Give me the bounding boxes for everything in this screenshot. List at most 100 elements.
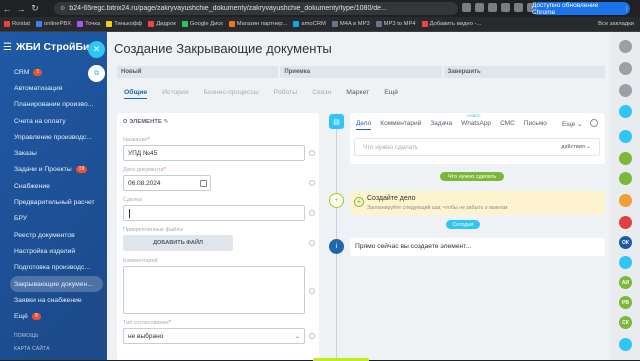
bookmark-item[interactable]: Магазин партнер... <box>228 21 287 27</box>
actions-dropdown[interactable]: действия ⌄ <box>561 144 591 150</box>
rail-icon[interactable]: РВ <box>619 296 632 309</box>
rail-icon[interactable]: ОК <box>619 236 632 249</box>
extension-icon[interactable] <box>488 3 497 12</box>
sidebar-item[interactable]: Реестр документов <box>0 227 107 243</box>
portal-logo[interactable]: ЖБИ СтройБи <box>16 41 90 53</box>
bookmark-item[interactable]: amoCRM <box>293 21 326 27</box>
sidebar-item[interactable]: БРУ <box>0 211 107 227</box>
chrome-update-button[interactable]: Доступно обновление Chrome ⋮ <box>532 2 631 16</box>
right-rail: ОК АИ РВ СК <box>611 32 640 360</box>
todo-input[interactable]: Что нужно сделать действия ⌄ <box>354 138 600 156</box>
menu-burger-icon[interactable]: ☰ <box>3 42 12 53</box>
close-slider-button[interactable]: ✕ <box>88 41 105 58</box>
rail-icon[interactable] <box>619 194 632 207</box>
bookmark-item[interactable]: Точка <box>77 21 100 27</box>
stage-item[interactable]: Новый <box>117 66 279 78</box>
deal-input[interactable] <box>123 205 305 221</box>
rail-icon[interactable] <box>619 172 632 185</box>
sidebar-item[interactable]: Задачи и Проекты 19 <box>0 162 107 178</box>
editor-tab[interactable]: Письмо <box>524 120 547 130</box>
field-settings-icon[interactable] <box>309 333 315 339</box>
approval-select[interactable]: не выбрано ⌄ <box>123 328 305 344</box>
sidebar-item[interactable]: Заказы <box>0 145 107 161</box>
sidebar-item[interactable]: Управление производс... <box>0 129 107 145</box>
entity-tab[interactable]: Ещё <box>384 89 398 99</box>
editor-tab[interactable]: СМС <box>500 120 515 130</box>
all-bookmarks-link[interactable]: Все закладки <box>598 21 634 27</box>
bookmark-item[interactable]: Тинькофф <box>106 21 142 27</box>
rail-icon[interactable] <box>619 84 632 97</box>
bookmark-favicon-icon <box>421 21 428 27</box>
plus-icon[interactable]: + <box>354 197 364 207</box>
todo-placeholder: Что нужно сделать <box>363 144 419 151</box>
bookmark-item[interactable]: MP3 to MP4 <box>375 21 416 27</box>
create-activity-card[interactable]: + Создайте дело Запланируйте следующий ш… <box>350 191 605 215</box>
field-settings-icon[interactable] <box>309 210 315 216</box>
rail-icon[interactable] <box>619 130 632 143</box>
field-settings-icon[interactable] <box>309 150 315 156</box>
editor-tab[interactable]: Комментарий <box>380 120 421 130</box>
extension-icon[interactable] <box>501 3 510 12</box>
bookmark-favicon-icon <box>106 21 113 27</box>
sidebar-item[interactable]: Предварительный расчет <box>0 194 107 210</box>
sidebar-item[interactable]: Автоматизация <box>0 80 107 96</box>
add-file-button[interactable]: ДОБАВИТЬ ФАЙЛ <box>123 235 233 251</box>
stage-item[interactable]: Завершить <box>443 66 605 78</box>
rail-icon[interactable] <box>619 338 632 351</box>
editor-tab[interactable]: WhatsApp НОВОЕ <box>461 114 491 130</box>
stage-bar: Новый Приемка Завершить <box>117 66 605 78</box>
extension-icon[interactable] <box>475 3 484 12</box>
editor-more-tab[interactable]: Еще ⌄ <box>562 120 583 128</box>
date-input[interactable]: 06.08.2024 <box>123 175 211 191</box>
address-bar[interactable]: ⚙ b24-65regc.bitrix24.ru/page/zakryvayus… <box>54 2 458 15</box>
entity-tab[interactable]: Связи <box>312 89 331 99</box>
entity-tab[interactable]: Общие <box>124 89 148 99</box>
open-new-window-icon[interactable]: ⧉ <box>88 65 105 82</box>
reload-icon[interactable]: ↻ <box>28 3 42 14</box>
comment-textarea[interactable] <box>123 266 305 314</box>
sitemap-link[interactable]: КАРТА САЙТА <box>14 346 50 352</box>
entity-tab[interactable]: История <box>162 89 188 99</box>
sidebar-item[interactable]: Заявки на снабжение <box>0 292 107 308</box>
field-settings-icon[interactable] <box>309 180 315 186</box>
sidebar-item[interactable]: Снабжение <box>0 178 107 194</box>
calendar-icon[interactable] <box>200 180 207 187</box>
site-info-icon[interactable]: ⚙ <box>60 5 65 12</box>
back-icon[interactable]: ← <box>0 4 14 14</box>
extension-icon[interactable] <box>462 3 471 12</box>
editor-tab[interactable]: Дело <box>356 120 372 130</box>
rail-icon[interactable] <box>619 40 632 53</box>
field-settings-icon[interactable] <box>309 288 315 294</box>
forward-icon[interactable]: → <box>14 4 28 14</box>
bookmark-item[interactable]: Google Диск <box>181 21 223 27</box>
stage-item[interactable]: Приемка <box>280 66 442 78</box>
bookmark-item[interactable]: onlinePBX <box>36 21 71 27</box>
editor-tab[interactable]: Задача <box>430 120 452 130</box>
rail-icon[interactable] <box>619 62 632 75</box>
sidebar-item[interactable]: Планирование произво... <box>0 97 107 113</box>
rail-icon[interactable]: АИ <box>619 276 632 289</box>
rail-icon[interactable] <box>619 152 632 165</box>
bookmark-item[interactable]: M4A в MP3 <box>331 21 370 27</box>
bookmark-item[interactable]: Дидрок <box>148 21 176 27</box>
rail-icon[interactable]: СК <box>619 316 632 329</box>
editor-settings-icon[interactable] <box>590 119 598 127</box>
sidebar-item[interactable]: Подготовка производс... <box>0 260 107 276</box>
more-menu-icon[interactable]: ⋮ <box>624 5 631 13</box>
entity-tab[interactable]: Бизнес-процессы <box>204 89 259 99</box>
field-settings-icon[interactable] <box>309 240 315 246</box>
entity-tab[interactable]: Маркет <box>346 89 369 99</box>
sidebar-item[interactable]: Настройка изделий <box>0 243 107 259</box>
sidebar-item[interactable]: Счета на оплату <box>0 113 107 129</box>
extension-icon[interactable] <box>514 3 523 12</box>
bookmark-item[interactable]: Roistat <box>4 21 30 27</box>
rail-icon[interactable] <box>619 105 632 118</box>
help-link[interactable]: ПОМОЩЬ <box>14 333 39 339</box>
entity-tab[interactable]: Роботы <box>274 89 298 99</box>
bookmark-item[interactable]: Добавить видео -... <box>421 21 481 27</box>
name-input[interactable]: УПД №45 <box>123 145 305 161</box>
sidebar-item[interactable]: Ещё 9 <box>0 308 107 324</box>
rail-icon[interactable] <box>619 256 632 269</box>
rail-icon[interactable] <box>619 216 632 229</box>
sidebar-item[interactable]: Закрывающие докумен... <box>10 275 103 293</box>
